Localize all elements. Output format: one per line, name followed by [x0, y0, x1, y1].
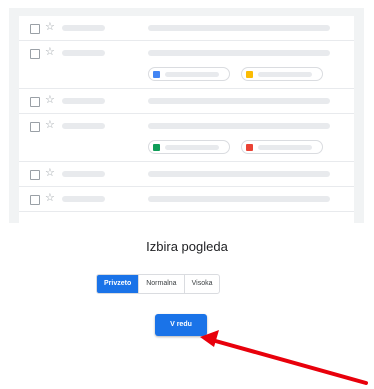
annotation-arrow — [200, 330, 368, 385]
arrow-shaft — [210, 338, 368, 385]
arrow-head — [200, 330, 219, 347]
